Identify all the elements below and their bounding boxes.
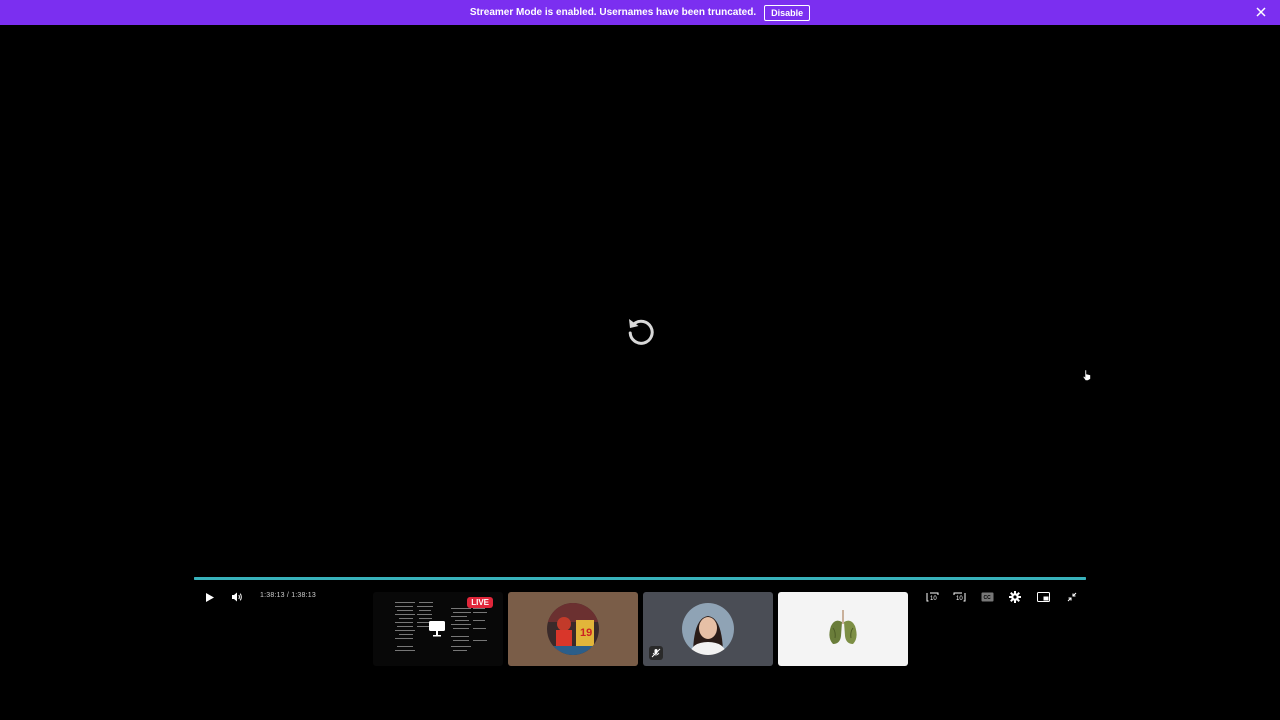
disable-streamer-mode-button[interactable]: Disable xyxy=(764,4,811,21)
streamer-mode-banner: Streamer Mode is enabled. Usernames have… xyxy=(0,0,1280,25)
svg-text:19: 19 xyxy=(580,627,592,639)
svg-text:10: 10 xyxy=(930,596,937,602)
streamer-mode-message: Streamer Mode is enabled. Usernames have… xyxy=(469,7,757,18)
svg-text:10: 10 xyxy=(956,596,963,602)
play-button[interactable] xyxy=(200,588,218,606)
exit-fullscreen-icon xyxy=(1067,592,1077,602)
captions-icon: CC xyxy=(981,592,993,602)
mic-muted-icon xyxy=(649,646,663,660)
live-badge: LIVE xyxy=(467,597,493,608)
hand-cursor-icon xyxy=(1082,369,1091,381)
channel-thumbnails: LIVE 19 xyxy=(373,592,909,666)
avatar xyxy=(682,603,734,655)
picture-in-picture-icon xyxy=(1036,592,1050,602)
gear-icon xyxy=(1009,591,1021,603)
volume-button[interactable] xyxy=(228,588,246,606)
settings-button[interactable] xyxy=(1006,588,1024,606)
lungs-icon xyxy=(829,610,857,644)
video-player[interactable]: 1:38:13 / 1:38:13 10 10 CC LIVE 19 xyxy=(0,25,1280,720)
exit-fullscreen-button[interactable] xyxy=(1063,588,1081,606)
picture-in-picture-button[interactable] xyxy=(1034,588,1052,606)
time-display: 1:38:13 / 1:38:13 xyxy=(260,592,316,599)
channel-thumbnail-2[interactable]: 19 xyxy=(508,592,638,666)
avatar: 19 xyxy=(547,603,599,655)
forward-10-icon: 10 xyxy=(953,592,965,602)
channel-thumbnail-3[interactable] xyxy=(643,592,773,666)
monitor-icon xyxy=(429,621,445,637)
close-icon[interactable] xyxy=(1255,6,1267,18)
live-stream-thumbnail[interactable]: LIVE xyxy=(373,592,503,666)
channel-thumbnail-4[interactable] xyxy=(778,592,908,666)
replay-icon[interactable] xyxy=(624,315,656,347)
captions-button[interactable]: CC xyxy=(978,588,996,606)
progress-bar[interactable] xyxy=(194,577,1086,580)
rewind-10-icon: 10 xyxy=(926,592,938,602)
play-icon xyxy=(205,592,214,602)
svg-text:CC: CC xyxy=(983,595,991,601)
progress-fill xyxy=(194,577,1086,580)
forward-10-button[interactable]: 10 xyxy=(950,588,968,606)
volume-icon xyxy=(232,592,242,602)
rewind-10-button[interactable]: 10 xyxy=(923,588,941,606)
